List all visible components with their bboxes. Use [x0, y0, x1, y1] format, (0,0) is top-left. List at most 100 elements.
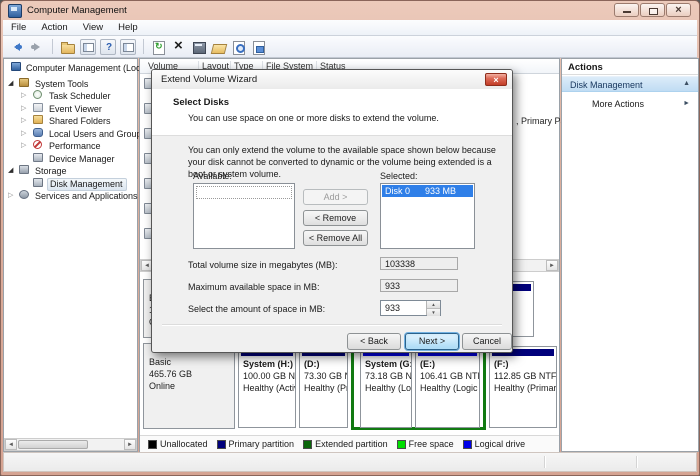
more-actions-item[interactable]: More Actions ►: [562, 97, 698, 111]
tree-item-label: Performance: [49, 141, 101, 151]
tree-item-event-viewer[interactable]: ▷Event Viewer: [4, 103, 137, 115]
refresh-icon[interactable]: [151, 39, 167, 55]
show-tree-icon[interactable]: [80, 39, 96, 55]
status-bar: [3, 452, 697, 472]
selected-listbox[interactable]: Disk 0 933 MB: [380, 183, 475, 249]
properties-icon[interactable]: [191, 39, 207, 55]
available-listbox[interactable]: [193, 183, 295, 249]
window-title: Computer Management: [27, 5, 127, 16]
tree-item-label: System Tools: [35, 79, 88, 89]
show-actions-icon[interactable]: [120, 39, 136, 55]
forward-icon[interactable]: [29, 39, 45, 55]
scroll-left-button[interactable]: ◄: [5, 439, 17, 450]
close-button[interactable]: ×: [666, 3, 691, 17]
report-icon[interactable]: [251, 39, 267, 55]
menu-help[interactable]: Help: [118, 22, 138, 33]
partition-F[interactable]: (F:)112.85 GB NTFSHealthy (Primar: [489, 346, 557, 428]
disk0-label[interactable]: Basic465.76 GBOnline: [143, 343, 235, 429]
collapsed-icon[interactable]: ▷: [21, 141, 26, 149]
spinner-buttons: ▲ ▼: [426, 301, 440, 315]
menu-action[interactable]: Action: [41, 22, 67, 33]
menu-file[interactable]: File: [11, 22, 26, 33]
open-icon[interactable]: [211, 39, 227, 55]
legend-label: Unallocated: [160, 439, 208, 449]
back-button[interactable]: < Back: [347, 333, 401, 350]
shared-folder-icon: [33, 115, 43, 124]
title-bar[interactable]: Computer Management ×: [1, 1, 699, 20]
services-icon: [19, 190, 29, 199]
clock-icon: [33, 90, 42, 99]
maximize-icon: [649, 8, 658, 15]
delete-icon[interactable]: [171, 39, 187, 55]
partition-status: Healthy (Primar: [494, 383, 557, 393]
legend-label: Primary partition: [229, 439, 295, 449]
spin-up-button[interactable]: ▲: [427, 301, 440, 309]
tree-item-storage[interactable]: ◢Storage: [4, 165, 137, 177]
volume-status-fragment: , Primary Pa: [516, 116, 566, 126]
selected-disk-item[interactable]: Disk 0 933 MB: [382, 185, 473, 197]
minimize-button[interactable]: [614, 3, 639, 17]
tree-item-label: Computer Management (Local: [26, 63, 148, 73]
tree-item-label: Shared Folders: [49, 116, 111, 126]
partition-name: (D:): [304, 359, 320, 369]
tree-horizontal-scrollbar[interactable]: ◄ ►: [4, 438, 137, 451]
dialog-close-button[interactable]: ×: [485, 73, 507, 86]
expanded-icon[interactable]: ◢: [8, 79, 13, 87]
help-icon[interactable]: [100, 39, 116, 55]
partition-H[interactable]: System (H:)100.00 GB NTFSHealthy (Active: [238, 346, 296, 428]
partition-E[interactable]: (E:)106.41 GB NTF:Healthy (Logic: [415, 346, 480, 428]
disk-icon: [33, 178, 43, 187]
tree-item-performance[interactable]: ▷ Performance: [4, 140, 137, 152]
collapsed-icon[interactable]: ▷: [21, 129, 26, 137]
expanded-icon[interactable]: ◢: [8, 166, 13, 174]
dialog-title-bar[interactable]: Extend Volume Wizard ×: [152, 70, 512, 90]
partition-size: 100.00 GB NTFS: [243, 371, 296, 381]
tree-item-device-manager[interactable]: Device Manager: [4, 153, 137, 165]
tree-item-task-scheduler[interactable]: ▷Task Scheduler: [4, 90, 137, 102]
scroll-right-button[interactable]: ►: [546, 260, 558, 271]
menu-view[interactable]: View: [83, 22, 103, 33]
cancel-button[interactable]: Cancel: [462, 333, 512, 350]
remove-button[interactable]: < Remove: [303, 210, 368, 226]
collapse-icon[interactable]: ▲: [683, 80, 690, 87]
partition-status: Healthy (Active: [243, 383, 296, 393]
remove-all-button[interactable]: < Remove All: [303, 230, 368, 246]
partition-name: (F:): [494, 359, 509, 369]
partition-D[interactable]: (D:)73.30 GB NTFSHealthy (Prima: [299, 346, 348, 428]
amount-spinner-field[interactable]: 933 ▲ ▼: [380, 300, 441, 316]
export-icon[interactable]: [60, 39, 76, 55]
partition-G[interactable]: System (G:)73.18 GB NTFSHealthy (Logic: [360, 346, 412, 428]
extend-volume-wizard-dialog: Extend Volume Wizard × Select Disks You …: [151, 69, 513, 353]
tree-item-computer-management-local[interactable]: Computer Management (Local: [4, 62, 137, 74]
actions-group-disk-management[interactable]: Disk Management ▲: [562, 76, 698, 92]
partition-name: (E:): [420, 359, 435, 369]
users-icon: [33, 128, 43, 137]
scroll-right-button[interactable]: ►: [124, 439, 136, 450]
tree-item-disk-management[interactable]: Disk Management: [4, 178, 137, 190]
tree-item-system-tools[interactable]: ◢ System Tools: [4, 78, 137, 90]
collapsed-icon[interactable]: ▷: [21, 91, 26, 99]
disk-label-line: 465.76 GB: [149, 368, 234, 380]
legend-swatch: [463, 440, 472, 449]
statusbar-separator: [544, 456, 545, 468]
collapsed-icon[interactable]: ▷: [21, 104, 26, 112]
tree-item-shared-folders[interactable]: ▷ Shared Folders: [4, 115, 137, 127]
statusbar-separator: [636, 456, 637, 468]
back-icon[interactable]: [9, 39, 25, 55]
add-button[interactable]: Add >: [303, 189, 368, 205]
collapsed-icon[interactable]: ▷: [21, 116, 26, 124]
find-icon[interactable]: [231, 39, 247, 55]
actions-group-label: Disk Management: [570, 80, 643, 90]
legend-swatch: [303, 440, 312, 449]
maximize-button[interactable]: [640, 3, 665, 17]
tree-item-services-and-applications[interactable]: ▷Services and Applications: [4, 190, 137, 202]
tree-item-local-users-and-groups[interactable]: ▷Local Users and Groups: [4, 128, 137, 140]
actions-pane: Actions Disk Management ▲ More Actions ►: [561, 58, 699, 452]
next-button[interactable]: Next >: [405, 333, 459, 350]
listbox-focus-rect: [196, 186, 292, 199]
wizard-subheading: You can use space on one or more disks t…: [188, 113, 439, 123]
disk-size: 933 MB: [425, 186, 456, 197]
scroll-thumb[interactable]: [18, 440, 88, 449]
spin-down-button[interactable]: ▼: [427, 309, 440, 316]
collapsed-icon[interactable]: ▷: [8, 191, 13, 199]
